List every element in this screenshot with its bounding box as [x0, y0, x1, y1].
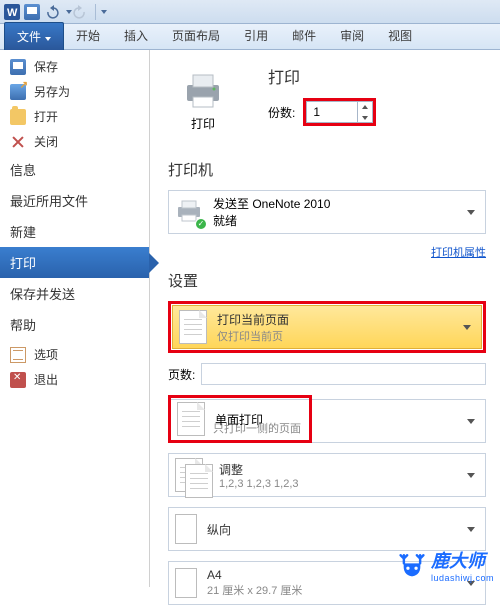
printer-status: 就绪 — [213, 212, 330, 229]
orientation-selector[interactable]: 纵向 — [168, 507, 486, 551]
watermark-site: ludashiwj.com — [431, 573, 494, 583]
single-page-icon — [177, 402, 205, 436]
ribbon-tabs: 文件 开始 插入 页面布局 引用 邮件 审阅 视图 — [0, 24, 500, 50]
highlight-copies — [303, 98, 376, 126]
tab-view[interactable]: 视图 — [376, 22, 424, 49]
undo-icon[interactable] — [44, 4, 60, 20]
sidebar-item-label: 选项 — [34, 346, 58, 363]
word-app-icon: W — [4, 4, 20, 20]
save-icon — [10, 59, 26, 75]
portrait-icon — [175, 514, 197, 544]
sidebar-item-savesend[interactable]: 保存并发送 — [0, 278, 149, 309]
printer-heading: 打印机 — [168, 159, 486, 180]
sidebar-item-options[interactable]: 选项 — [0, 342, 149, 367]
customize-qat-icon[interactable] — [101, 10, 107, 14]
save-as-icon — [10, 84, 26, 100]
tab-home[interactable]: 开始 — [64, 22, 112, 49]
highlight-duplex: 单面打印 — [168, 395, 312, 443]
chevron-down-icon — [467, 419, 475, 424]
sidebar-item-save[interactable]: 保存 — [0, 54, 149, 79]
sidebar-item-exit[interactable]: 退出 — [0, 367, 149, 392]
print-range-title: 打印当前页面 — [217, 311, 453, 328]
copies-label: 份数: — [268, 104, 295, 121]
highlight-range: 打印当前页面 仅打印当前页 — [168, 301, 486, 353]
pages-input[interactable] — [201, 363, 486, 385]
tab-file[interactable]: 文件 — [4, 22, 64, 50]
printer-icon — [181, 71, 225, 111]
copies-up-icon[interactable] — [358, 101, 372, 112]
chevron-down-icon — [463, 325, 471, 330]
print-title: 打印 — [268, 64, 376, 88]
print-button[interactable]: 打印 — [168, 64, 238, 139]
tab-references[interactable]: 引用 — [232, 22, 280, 49]
paper-sub: 21 厘米 x 29.7 厘米 — [207, 582, 457, 598]
tab-layout[interactable]: 页面布局 — [160, 22, 232, 49]
sidebar-item-new[interactable]: 新建 — [0, 216, 149, 247]
print-button-label: 打印 — [191, 115, 215, 132]
deer-logo-icon — [399, 552, 425, 578]
sidebar-item-print[interactable]: 打印 — [0, 247, 149, 278]
svg-text:W: W — [7, 7, 18, 19]
pages-label: 页数: — [168, 366, 195, 383]
redo-icon[interactable] — [72, 4, 88, 20]
collate-title: 调整 — [219, 461, 457, 478]
sidebar-item-close[interactable]: 关闭 — [0, 129, 149, 154]
copies-spinner[interactable] — [306, 101, 373, 123]
print-range-selector[interactable]: 打印当前页面 仅打印当前页 — [172, 305, 482, 349]
watermark-name: 鹿大师 — [431, 551, 485, 571]
orientation-title: 纵向 — [207, 521, 457, 538]
exit-icon — [10, 372, 26, 388]
close-icon — [10, 134, 26, 150]
sidebar-item-label: 关闭 — [34, 133, 58, 150]
backstage-sidebar: 保存 另存为 打开 关闭 信息 最近所用文件 新建 打印 保存并发送 帮助 选项… — [0, 50, 150, 587]
sidebar-item-label: 保存 — [34, 58, 58, 75]
print-panel: 打印 打印 份数: — [150, 50, 500, 587]
collate-icon — [175, 458, 209, 492]
printer-name: 发送至 OneNote 2010 — [213, 195, 330, 212]
title-bar: W — [0, 0, 500, 24]
copies-down-icon[interactable] — [358, 112, 372, 123]
paper-icon — [175, 568, 197, 598]
sidebar-item-open[interactable]: 打开 — [0, 104, 149, 129]
printer-selector[interactable]: 发送至 OneNote 2010 就绪 — [168, 190, 486, 234]
backstage: 保存 另存为 打开 关闭 信息 最近所用文件 新建 打印 保存并发送 帮助 选项… — [0, 50, 500, 587]
sidebar-item-label: 退出 — [34, 371, 58, 388]
watermark: 鹿大师 ludashiwj.com — [399, 547, 494, 583]
tab-mailings[interactable]: 邮件 — [280, 22, 328, 49]
sidebar-item-label: 另存为 — [34, 83, 70, 100]
tab-insert[interactable]: 插入 — [112, 22, 160, 49]
sidebar-item-label: 打开 — [34, 108, 58, 125]
sidebar-item-recent[interactable]: 最近所用文件 — [0, 185, 149, 216]
chevron-down-icon — [467, 527, 475, 532]
sidebar-item-saveas[interactable]: 另存为 — [0, 79, 149, 104]
sidebar-item-info[interactable]: 信息 — [0, 154, 149, 185]
sidebar-item-help[interactable]: 帮助 — [0, 309, 149, 340]
collate-sub: 1,2,3 1,2,3 1,2,3 — [219, 478, 457, 490]
settings-heading: 设置 — [168, 270, 486, 291]
options-icon — [10, 347, 26, 363]
tab-review[interactable]: 审阅 — [328, 22, 376, 49]
duplex-title: 单面打印 — [215, 411, 263, 428]
chevron-down-icon — [467, 210, 475, 215]
print-range-sub: 仅打印当前页 — [217, 328, 453, 344]
page-icon — [179, 310, 207, 344]
printer-properties-link[interactable]: 打印机属性 — [431, 247, 486, 259]
save-icon[interactable] — [24, 4, 40, 20]
collate-selector[interactable]: 调整 1,2,3 1,2,3 1,2,3 — [168, 453, 486, 497]
printer-status-icon — [175, 199, 203, 226]
chevron-down-icon — [467, 473, 475, 478]
copies-input[interactable] — [307, 105, 357, 119]
folder-open-icon — [10, 109, 26, 125]
